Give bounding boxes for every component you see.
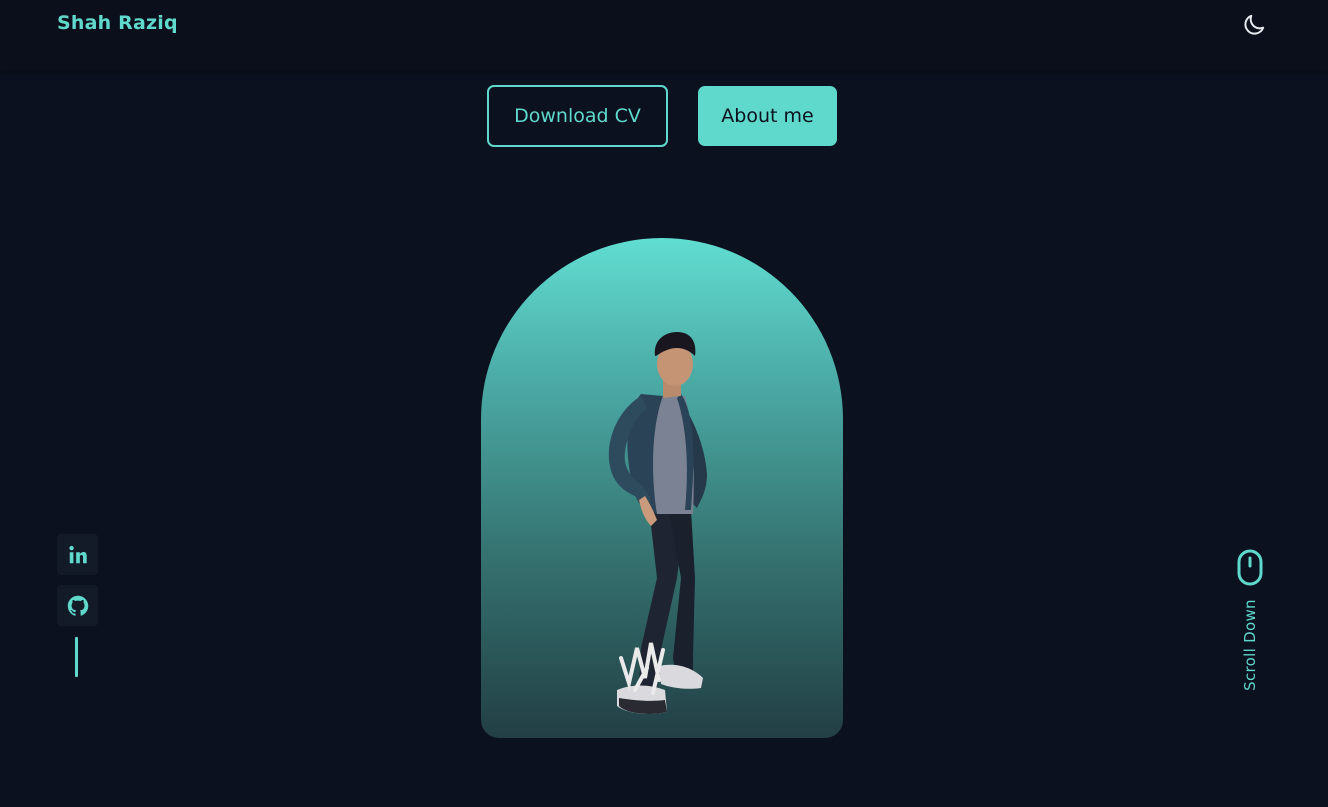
moon-icon[interactable] xyxy=(1241,12,1267,38)
mouse-icon xyxy=(1237,549,1263,586)
linkedin-icon xyxy=(68,545,87,563)
download-cv-button[interactable]: Download CV xyxy=(487,85,668,147)
profile-image xyxy=(481,238,843,738)
social-divider xyxy=(75,637,78,677)
scroll-down-label: Scroll Down xyxy=(1241,599,1259,691)
about-me-button[interactable]: About me xyxy=(698,86,837,146)
github-icon xyxy=(67,595,88,616)
portrait-illustration xyxy=(608,332,707,714)
linkedin-link[interactable] xyxy=(57,534,98,575)
header: Shah Raziq xyxy=(0,0,1328,70)
site-logo[interactable]: Shah Raziq xyxy=(57,12,178,34)
github-link[interactable] xyxy=(57,585,98,626)
